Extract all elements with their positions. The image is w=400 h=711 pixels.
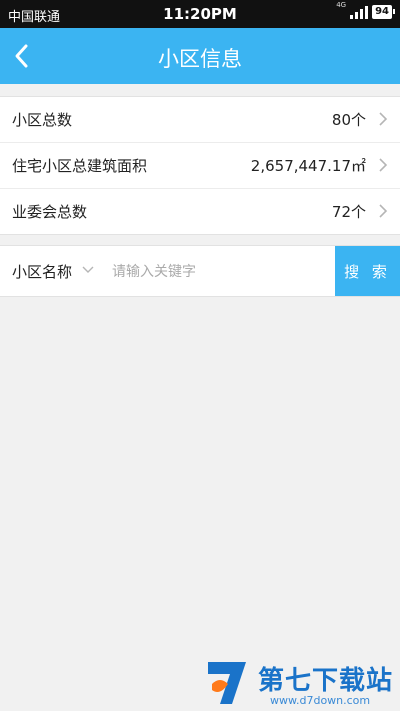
stat-value: 72个 <box>331 203 366 221</box>
chevron-right-icon <box>379 204 388 218</box>
chevron-right-icon <box>379 158 388 172</box>
watermark-name: 第七下载站 <box>258 666 394 696</box>
search-button[interactable]: 搜 索 <box>335 246 400 296</box>
stat-value: 2,657,447.17㎡ <box>250 157 366 175</box>
status-icons: 4G 94 <box>336 1 395 19</box>
watermark-logo: 第七下载站 www.d7down.com <box>200 652 400 711</box>
stat-value: 80个 <box>331 111 366 129</box>
logo-icon <box>208 662 246 704</box>
stat-label: 小区总数 <box>12 111 73 129</box>
stat-row-community-count[interactable]: 小区总数 80个 <box>0 97 400 142</box>
search-input[interactable] <box>110 256 334 288</box>
search-type-dropdown[interactable]: 小区名称 <box>12 261 72 282</box>
stat-row-committee-count[interactable]: 业委会总数 72个 <box>0 188 400 234</box>
watermark-url: www.d7down.com <box>270 694 371 707</box>
chevron-down-icon[interactable] <box>82 266 94 274</box>
battery-icon: 94 <box>372 5 395 19</box>
signal-icon <box>350 5 369 19</box>
stat-label: 住宅小区总建筑面积 <box>12 157 148 175</box>
chevron-right-icon <box>379 112 388 126</box>
network-type-label: 4G <box>336 1 347 9</box>
stats-list: 小区总数 80个 住宅小区总建筑面积 2,657,447.17㎡ 业委会总数 7… <box>0 96 400 235</box>
stat-label: 业委会总数 <box>12 203 88 221</box>
header-bar: 小区信息 <box>0 28 400 84</box>
page-title: 小区信息 <box>158 47 242 71</box>
status-bar: 中国联通 11:20PM 4G 94 <box>0 0 400 28</box>
search-bar: 小区名称 搜 索 <box>0 245 400 297</box>
stat-row-building-area[interactable]: 住宅小区总建筑面积 2,657,447.17㎡ <box>0 142 400 188</box>
